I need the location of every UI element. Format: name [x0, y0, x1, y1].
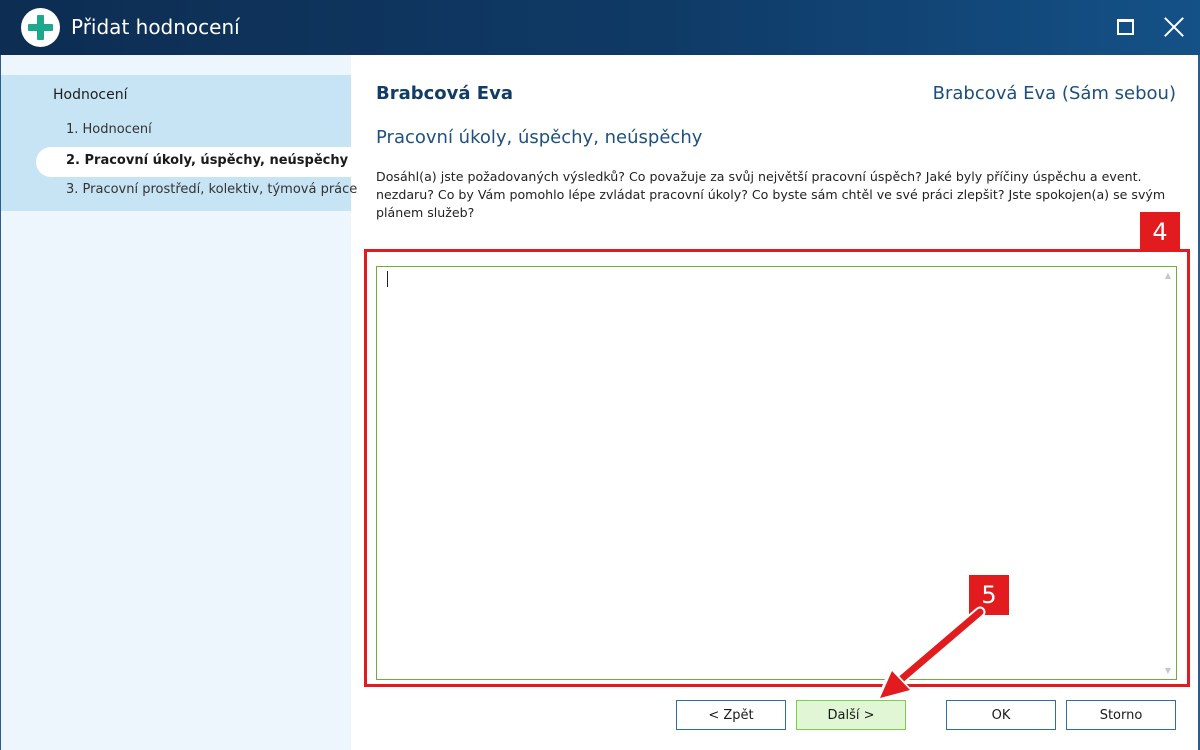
sidebar-item-pracovni-prostredi[interactable]: 3. Pracovní prostředí, kolektiv, týmová …	[66, 182, 357, 197]
sidebar: Hodnocení 1. Hodnocení 2. Pracovní úkoly…	[1, 55, 357, 750]
sidebar-item-hodnoceni[interactable]: 1. Hodnocení	[66, 122, 152, 137]
annotation-badge-4: 4	[1140, 212, 1180, 252]
scroll-up-icon[interactable]: ▲	[1165, 271, 1171, 280]
cancel-button[interactable]: Storno	[1066, 700, 1176, 730]
maximize-button[interactable]	[1109, 10, 1143, 44]
ok-button[interactable]: OK	[946, 700, 1056, 730]
window-title: Přidat hodnocení	[71, 15, 240, 39]
back-button[interactable]: < Zpět	[676, 700, 786, 730]
annotation-badge-5: 5	[969, 575, 1009, 615]
question-text: Dosáhl(a) jste požadovaných výsledků? Co…	[376, 169, 1166, 220]
sidebar-item-pracovni-ukoly[interactable]: 2. Pracovní úkoly, úspěchy, neúspěchy	[36, 147, 351, 177]
title-bar: Přidat hodnocení	[0, 0, 1200, 55]
evaluator-name: Brabcová Eva (Sám sebou)	[932, 83, 1176, 104]
scroll-down-icon[interactable]: ▼	[1165, 666, 1171, 675]
close-button[interactable]	[1157, 10, 1191, 44]
person-name: Brabcová Eva	[376, 83, 513, 104]
maximize-icon	[1117, 19, 1134, 35]
sidebar-header[interactable]: Hodnocení	[53, 87, 128, 103]
add-icon	[21, 8, 60, 47]
next-button[interactable]: Další >	[796, 700, 906, 730]
section-title: Pracovní úkoly, úspěchy, neúspěchy	[376, 127, 703, 148]
sidebar-item-label: 2. Pracovní úkoly, úspěchy, neúspěchy	[66, 153, 349, 168]
text-cursor	[387, 271, 388, 287]
answer-textarea[interactable]: ▲ ▼	[376, 266, 1177, 680]
